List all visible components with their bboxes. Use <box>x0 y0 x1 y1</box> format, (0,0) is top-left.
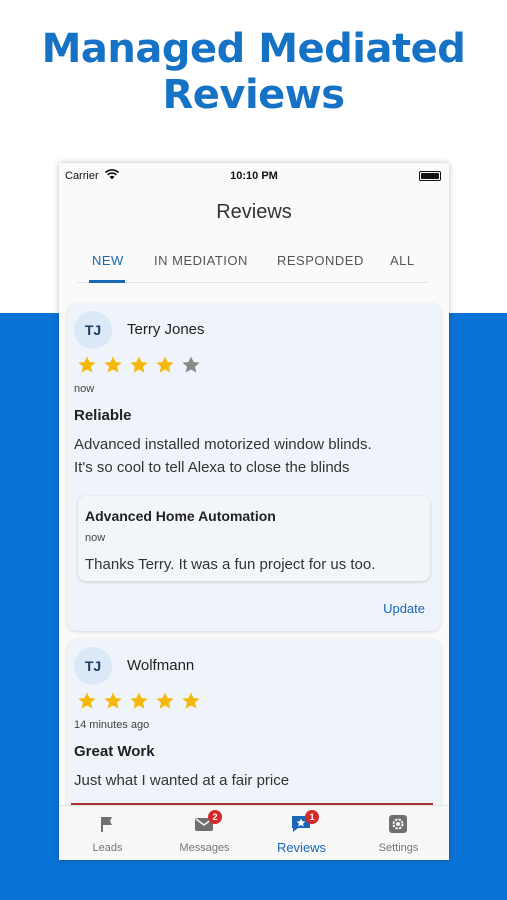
phone-screen: Carrier 10:10 PM Reviews NEW IN MEDIATIO… <box>59 163 449 860</box>
bottom-navigation: Leads 2 Messages 1 Reviews Settings <box>59 805 449 860</box>
nav-leads[interactable]: Leads <box>59 806 156 860</box>
review-tabs: NEW IN MEDIATION RESPONDED ALL <box>77 243 429 283</box>
review-body-line: Just what I wanted at a fair price <box>74 772 290 789</box>
star-icon <box>181 355 201 375</box>
tab-in-mediation[interactable]: IN MEDIATION <box>154 253 248 268</box>
flag-icon <box>101 817 112 832</box>
review-title: Reliable <box>74 407 132 424</box>
notification-badge: 2 <box>208 810 222 824</box>
avatar: TJ <box>74 311 112 349</box>
nav-label: Reviews <box>276 840 327 855</box>
review-title: Great Work <box>74 743 155 760</box>
star-icon <box>129 355 149 375</box>
tab-responded[interactable]: RESPONDED <box>277 253 364 268</box>
nav-label: Leads <box>92 842 123 854</box>
star-icon <box>103 691 123 711</box>
reply-time: now <box>85 532 106 544</box>
nav-settings[interactable]: Settings <box>350 806 447 860</box>
reviewer-name: Terry Jones <box>127 321 205 338</box>
tab-all[interactable]: ALL <box>390 253 415 268</box>
active-tab-indicator <box>89 280 125 283</box>
star-icon <box>155 355 175 375</box>
star-icon <box>181 691 201 711</box>
battery-icon <box>419 171 441 181</box>
nav-reviews[interactable]: 1 Reviews <box>253 806 350 860</box>
review-time: 14 minutes ago <box>74 719 150 731</box>
nav-label: Messages <box>179 842 230 854</box>
review-card: TJ Terry Jones now Reliable Advanced ins… <box>67 303 441 631</box>
star-icon <box>103 355 123 375</box>
hero-title: Managed Mediated Reviews <box>0 26 507 118</box>
page-title: Reviews <box>216 201 292 223</box>
status-bar: Carrier 10:10 PM <box>59 163 449 189</box>
star-icon <box>155 691 175 711</box>
star-icon <box>77 355 97 375</box>
review-body: Advanced installed motorized window blin… <box>74 433 434 479</box>
tab-new[interactable]: NEW <box>92 253 124 268</box>
review-body: Just what I wanted at a fair price <box>74 769 434 792</box>
reply-business-name: Advanced Home Automation <box>85 508 276 524</box>
star-icon <box>129 691 149 711</box>
review-time: now <box>74 383 95 395</box>
hero-title-line-1: Managed Mediated <box>41 26 466 72</box>
reviewer-name: Wolfmann <box>127 657 195 674</box>
business-reply: Advanced Home Automation now Thanks Terr… <box>78 496 430 581</box>
notification-badge: 1 <box>305 810 319 824</box>
review-body-line: It's so cool to tell Alexa to close the … <box>74 459 350 476</box>
update-button[interactable]: Update <box>383 601 425 616</box>
avatar: TJ <box>74 647 112 685</box>
nav-messages[interactable]: 2 Messages <box>156 806 253 860</box>
status-time: 10:10 PM <box>230 170 278 182</box>
review-body-line: Advanced installed motorized window blin… <box>74 436 372 453</box>
nav-label: Settings <box>378 842 419 854</box>
star-icon <box>77 691 97 711</box>
hero-title-line-2: Reviews <box>162 72 345 118</box>
gear-icon <box>389 815 407 833</box>
reply-body: Thanks Terry. It was a fun project for u… <box>85 556 376 573</box>
